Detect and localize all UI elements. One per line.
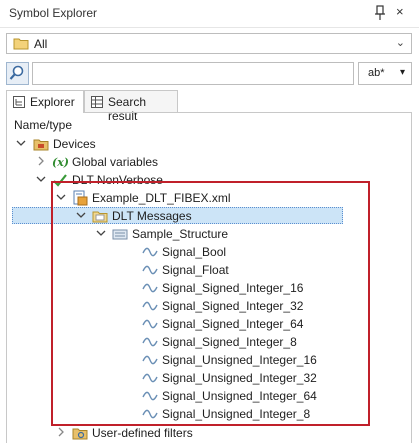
filter-folder-icon: [72, 428, 88, 440]
tree-row-label: Signal_Unsigned_Integer_32: [162, 371, 317, 385]
tree-row-signal[interactable]: Signal_Signed_Integer_16: [8, 279, 410, 297]
dlt-messages-folder-icon: [92, 211, 108, 223]
tree-row-signal[interactable]: Signal_Float: [8, 261, 410, 279]
tree-row-label: Global variables: [72, 155, 159, 169]
tree-row-global-variables[interactable]: (x) Global variables: [8, 153, 410, 171]
search-input[interactable]: [32, 62, 354, 85]
tree-row-label: Signal_Float: [162, 263, 229, 277]
tree-row-user-defined-filters[interactable]: User-defined filters: [8, 424, 410, 442]
tree-row-label: Signal_Signed_Integer_8: [162, 335, 297, 349]
collapsed-chevron-icon[interactable]: [35, 155, 47, 167]
tree-row-label: Sample_Structure: [132, 227, 229, 241]
tree-row-label: Signal_Unsigned_Integer_64: [162, 389, 317, 403]
dlt-nonverbose-icon: [53, 174, 67, 187]
signal-icon: [142, 265, 158, 275]
tree-row-sample-structure[interactable]: Sample_Structure: [8, 225, 410, 243]
svg-text:(x): (x): [52, 156, 68, 169]
search-button[interactable]: [6, 62, 29, 85]
tree-row-label: Signal_Signed_Integer_32: [162, 299, 304, 313]
tree-row-label: Signal_Bool: [162, 245, 227, 259]
table-icon: [91, 96, 103, 108]
signal-icon: [142, 283, 158, 293]
signal-icon: [142, 373, 158, 383]
tree-row-signal[interactable]: Signal_Bool: [8, 243, 410, 261]
tree-row-label: DLT NonVerbose: [72, 173, 163, 187]
tab-label: Explorer: [30, 95, 75, 109]
expanded-chevron-icon[interactable]: [95, 227, 107, 239]
signal-icon: [142, 319, 158, 329]
tree-row-signal[interactable]: Signal_Unsigned_Integer_16: [8, 351, 410, 369]
tree-row-label: Signal_Signed_Integer_16: [162, 281, 304, 295]
search-icon: [9, 65, 24, 80]
tree-row-example-dlt-fibex[interactable]: Example_DLT_FIBEX.xml: [8, 189, 410, 207]
structure-icon: [112, 229, 128, 240]
signal-icon: [142, 247, 158, 257]
signal-icon: [142, 337, 158, 347]
chevron-down-icon: ⌄: [395, 37, 405, 49]
tree-row-label: DLT Messages: [112, 209, 192, 223]
search-mode-dropdown[interactable]: ab* ▾: [358, 62, 412, 85]
pin-icon[interactable]: [373, 5, 387, 21]
filter-value: All: [34, 37, 48, 51]
devices-folder-icon: [33, 139, 49, 151]
tree-row-signal[interactable]: Signal_Signed_Integer_8: [8, 333, 410, 351]
global-variables-icon: (x): [52, 156, 68, 169]
close-icon[interactable]: ×: [396, 4, 404, 19]
tree-row-label: Signal_Unsigned_Integer_16: [162, 353, 317, 367]
column-header-name-type[interactable]: Name/type: [14, 118, 72, 132]
expanded-chevron-icon[interactable]: [75, 209, 87, 221]
collapsed-chevron-icon[interactable]: [55, 426, 67, 438]
tree-row-signal[interactable]: Signal_Unsigned_Integer_8: [8, 405, 410, 423]
filter-dropdown[interactable]: All ⌄: [6, 33, 412, 54]
expanded-chevron-icon[interactable]: [15, 137, 27, 149]
tree-row-label: User-defined filters: [92, 426, 193, 440]
tree-row-signal[interactable]: Signal_Unsigned_Integer_64: [8, 387, 410, 405]
tree-row-label: Devices: [53, 137, 96, 151]
signal-icon: [142, 409, 158, 419]
title-bar: Symbol Explorer ×: [0, 0, 419, 28]
tree-row-label: Example_DLT_FIBEX.xml: [92, 191, 231, 205]
tree-row-signal[interactable]: Signal_Signed_Integer_64: [8, 315, 410, 333]
search-mode-label: ab*: [368, 67, 385, 79]
expanded-chevron-icon[interactable]: [35, 173, 47, 185]
tree-row-dlt-messages[interactable]: DLT Messages: [8, 207, 410, 225]
tree-row-dlt-nonverbose[interactable]: DLT NonVerbose: [8, 171, 410, 189]
signal-icon: [142, 391, 158, 401]
signal-icon: [142, 355, 158, 365]
window-title: Symbol Explorer: [9, 6, 98, 20]
explorer-tab-icon: [13, 96, 25, 108]
folder-icon: [13, 38, 29, 50]
tree-row-signal[interactable]: Signal_Signed_Integer_32: [8, 297, 410, 315]
tab-search-result[interactable]: Search result: [84, 90, 178, 123]
tree-row-devices[interactable]: Devices: [8, 135, 410, 153]
tab-explorer[interactable]: Explorer: [6, 90, 84, 113]
signal-icon: [142, 301, 158, 311]
expanded-chevron-icon[interactable]: [55, 191, 67, 203]
tree-row-label: Signal_Unsigned_Integer_8: [162, 407, 311, 421]
chevron-down-icon: ▾: [399, 67, 405, 78]
tree-row-signal[interactable]: Signal_Unsigned_Integer_32: [8, 369, 410, 387]
tree-row-label: Signal_Signed_Integer_64: [162, 317, 304, 331]
fibex-file-icon: [73, 190, 88, 206]
